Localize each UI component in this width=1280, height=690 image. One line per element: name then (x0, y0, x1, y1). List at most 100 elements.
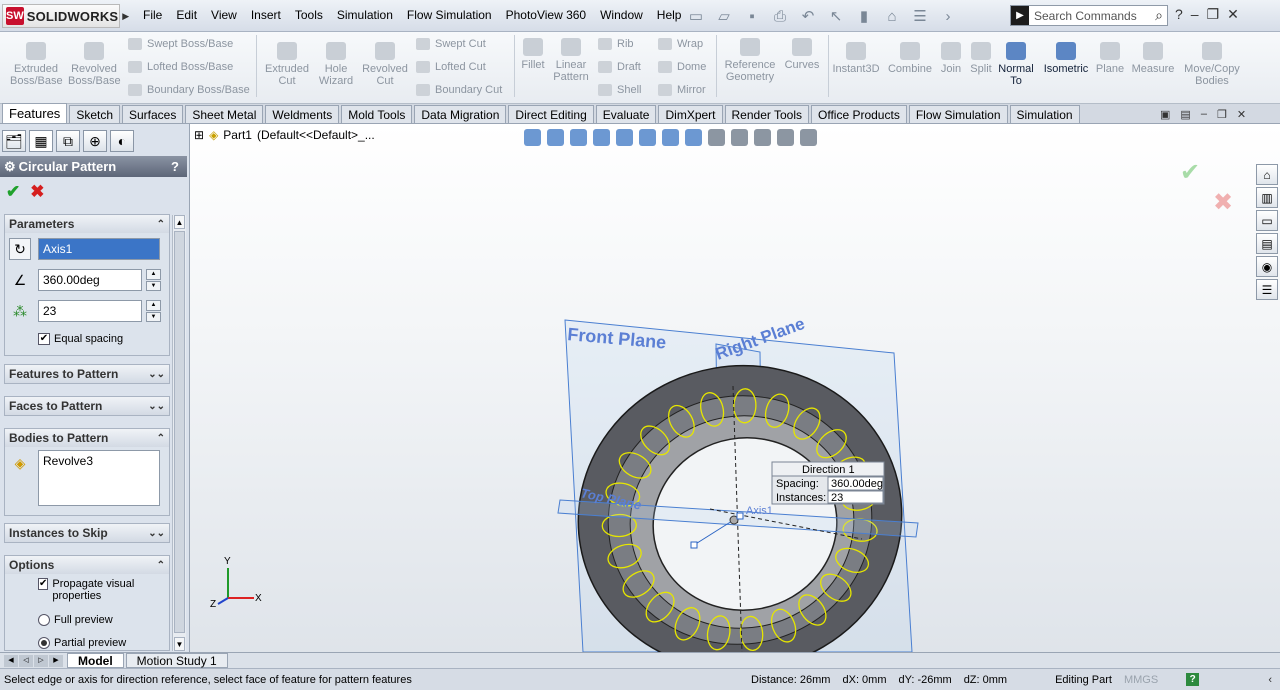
menu-tools[interactable]: Tools (288, 8, 330, 22)
linear-pattern-button[interactable]: Linear Pattern (550, 38, 592, 83)
mirror-button[interactable]: Mirror (658, 84, 706, 96)
menu-help[interactable]: Help (650, 8, 689, 22)
solidworks-logo[interactable]: SW SOLIDWORKS ▶ (2, 4, 129, 28)
measure-button[interactable]: Measure (1130, 42, 1176, 75)
body-list-item[interactable]: Revolve3 (43, 454, 93, 468)
select-icon[interactable]: ↖ (824, 6, 848, 26)
cancel-x-icon[interactable]: ✖ (30, 182, 44, 202)
cascade-icon[interactable]: ▤ (1180, 108, 1190, 121)
help-icon[interactable]: ? (1175, 6, 1183, 23)
search-input[interactable]: Search Commands (1034, 9, 1155, 23)
angle-spinner[interactable]: ▲ ▼ (146, 269, 161, 291)
more-icon[interactable]: › (936, 6, 960, 26)
tab-mold-tools[interactable]: Mold Tools (341, 105, 413, 123)
move-copy-bodies-button[interactable]: Move/Copy Bodies (1182, 42, 1242, 87)
help-button[interactable]: ? (171, 159, 179, 174)
isometric-button[interactable]: Isometric (1040, 42, 1092, 75)
extruded-boss-button[interactable]: Extruded Boss/Base (10, 42, 63, 87)
tab-flow-simulation[interactable]: Flow Simulation (908, 105, 1008, 123)
view-palette-icon[interactable]: ▤ (1256, 233, 1278, 254)
tab-render-tools[interactable]: Render Tools (724, 105, 809, 123)
confirmation-cancel-icon[interactable]: ✖ (1213, 188, 1233, 217)
menu-file[interactable]: File (136, 8, 169, 22)
angle-input[interactable]: 360.00deg (38, 269, 142, 291)
tab-sheet-metal[interactable]: Sheet Metal (185, 105, 264, 123)
shell-button[interactable]: Shell (598, 84, 641, 96)
bodies-list[interactable]: Revolve3 (38, 450, 160, 506)
extruded-cut-button[interactable]: Extruded Cut (262, 42, 312, 87)
manipulator-handle[interactable] (690, 541, 698, 549)
menu-simulation[interactable]: Simulation (330, 8, 400, 22)
swept-cut-button[interactable]: Swept Cut (416, 38, 486, 50)
expand-icon[interactable]: ⌄⌄ (148, 528, 165, 539)
spin-up-icon[interactable]: ▲ (146, 300, 161, 311)
tab-features[interactable]: Features (2, 103, 68, 123)
new-document-icon[interactable]: ▭ (684, 6, 708, 26)
doc-minimize-icon[interactable]: – (1201, 108, 1207, 121)
expand-icon[interactable]: ⌄⌄ (148, 369, 165, 380)
expand-status-icon[interactable]: ‹ (1268, 674, 1272, 686)
propertymanager-tab-icon[interactable]: ▦ (29, 130, 53, 152)
scroll-down-icon[interactable]: ▼ (174, 637, 185, 651)
configurationmanager-tab-icon[interactable]: ⧉ (56, 130, 80, 152)
wrap-button[interactable]: Wrap (658, 38, 703, 50)
tab-motion-study[interactable]: Motion Study 1 (125, 653, 228, 668)
callout-instances-value[interactable]: 23 (831, 492, 843, 504)
undo-icon[interactable]: ↶ (796, 6, 820, 26)
display-manager-tab-icon[interactable]: ◐ (110, 130, 134, 152)
menu-insert[interactable]: Insert (244, 8, 288, 22)
collapse-icon[interactable]: ⌃ (157, 433, 165, 444)
tab-direct-editing[interactable]: Direct Editing (508, 105, 594, 123)
full-preview-radio[interactable]: Full preview (38, 614, 113, 626)
draft-button[interactable]: Draft (598, 61, 641, 73)
lofted-cut-button[interactable]: Lofted Cut (416, 61, 486, 73)
minimize-icon[interactable]: – (1191, 6, 1199, 23)
checkbox-checked-icon[interactable]: ✔ (38, 333, 50, 345)
collapse-icon[interactable]: ⌃ (157, 219, 165, 230)
instances-input[interactable]: 23 (38, 300, 142, 322)
partial-preview-radio[interactable]: Partial preview (38, 637, 126, 649)
faces-to-pattern-group[interactable]: Faces to Pattern ⌄⌄ (4, 396, 170, 416)
collapse-icon[interactable]: ⌃ (157, 560, 165, 571)
search-icon[interactable]: ⌕ (1155, 7, 1167, 24)
design-library-icon[interactable]: ▥ (1256, 187, 1278, 208)
tab-surfaces[interactable]: Surfaces (122, 105, 184, 123)
save-icon[interactable]: ▪ (740, 6, 764, 26)
tab-sketch[interactable]: Sketch (69, 105, 120, 123)
spin-up-icon[interactable]: ▲ (146, 269, 161, 280)
checkbox-checked-icon[interactable]: ✔ (38, 578, 49, 590)
last-tab-icon[interactable]: ▶ (49, 654, 63, 667)
instances-spinner[interactable]: ▲ ▼ (146, 300, 161, 322)
spin-down-icon[interactable]: ▼ (146, 280, 161, 291)
ok-check-icon[interactable]: ✔ (6, 182, 20, 202)
expand-icon[interactable]: ⌄⌄ (148, 401, 165, 412)
tab-model[interactable]: Model (67, 653, 124, 668)
lofted-boss-button[interactable]: Lofted Boss/Base (128, 61, 233, 73)
custom-properties-icon[interactable]: ☰ (1256, 279, 1278, 300)
fillet-button[interactable]: Fillet (518, 38, 548, 71)
doc-close-icon[interactable]: ✕ (1237, 108, 1246, 121)
doc-restore-icon[interactable]: ❐ (1217, 108, 1227, 121)
confirmation-ok-icon[interactable]: ✔ (1180, 158, 1200, 187)
search-commands[interactable]: ▶ Search Commands ⌕ (1010, 5, 1168, 26)
scroll-thumb[interactable] (174, 231, 185, 633)
plane-button[interactable]: Plane (1094, 42, 1126, 75)
tab-weldments[interactable]: Weldments (265, 105, 340, 123)
reference-geometry-button[interactable]: Reference Geometry (722, 38, 778, 83)
options-icon[interactable]: ☰ (908, 6, 932, 26)
split-button[interactable]: Split (968, 42, 994, 75)
prev-tab-icon[interactable]: ◁ (19, 654, 33, 667)
appearances-icon[interactable]: ◉ (1256, 256, 1278, 277)
radio-icon[interactable] (38, 614, 50, 626)
radio-selected-icon[interactable] (38, 637, 50, 649)
direction-reference-icon[interactable]: ↻ (9, 238, 31, 260)
menu-view[interactable]: View (204, 8, 244, 22)
tab-data-migration[interactable]: Data Migration (414, 105, 507, 123)
boundary-boss-button[interactable]: Boundary Boss/Base (128, 84, 250, 96)
next-tab-icon[interactable]: ▷ (34, 654, 48, 667)
rebuild-icon[interactable]: ▮ (852, 6, 876, 26)
rib-button[interactable]: Rib (598, 38, 634, 50)
panel-scrollbar[interactable]: ▲ ▼ (172, 215, 186, 651)
close-icon[interactable]: ✕ (1227, 6, 1239, 23)
instances-to-skip-group[interactable]: Instances to Skip ⌄⌄ (4, 523, 170, 543)
